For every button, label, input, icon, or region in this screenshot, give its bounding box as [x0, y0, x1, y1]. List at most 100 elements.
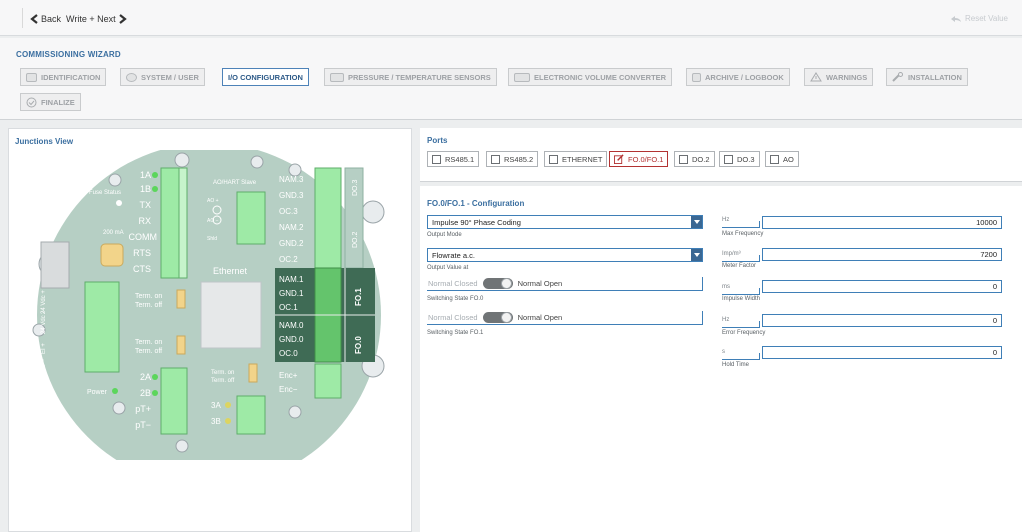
voltage-label: EI − [41, 359, 47, 370]
checkbox[interactable] [491, 154, 500, 164]
terminal-block [314, 167, 342, 269]
ethernet-port[interactable] [200, 281, 262, 349]
junctions-view-panel: Junctions View Fuse Status 200 mA 1A 1B … [8, 128, 412, 532]
switching-state-fo0-label: Switching State FO.0 [427, 296, 484, 302]
pin-label: GND.3 [279, 191, 304, 200]
screw-icon [288, 405, 302, 419]
step-io-configuration[interactable]: I/O CONFIGURATION [222, 68, 309, 86]
chevron-left-icon [30, 14, 38, 24]
chevron-right-icon [118, 14, 127, 24]
port-do3[interactable]: DO.3 [719, 151, 760, 167]
screw-icon [174, 152, 190, 168]
max-frequency-input[interactable]: 10000 [762, 216, 1002, 229]
term-switch[interactable] [176, 289, 186, 309]
impulse-width-input[interactable]: 0 [762, 280, 1002, 293]
commissioning-wizard: COMMISSIONING WIZARD IDENTIFICATION SYST… [0, 38, 1022, 120]
checkbox[interactable] [770, 154, 779, 164]
wrench-icon [892, 72, 903, 82]
term-on-label: Term. on [135, 293, 162, 300]
checkbox[interactable] [724, 154, 733, 164]
step-installation[interactable]: INSTALLATION [886, 68, 968, 86]
ao-terminal-block [236, 191, 266, 245]
step-warnings[interactable]: WARNINGS [804, 68, 874, 86]
led-indicator [152, 172, 158, 178]
archive-icon [692, 72, 701, 82]
terminal-block-edge [178, 167, 188, 279]
step-electronic-volume-converter[interactable]: ELECTRONIC VOLUME CONVERTER [508, 68, 673, 86]
port-rs485-2[interactable]: RS485.2 [486, 151, 539, 167]
step-pressure-temperature[interactable]: PRESSURE / TEMPERATURE SENSORS [324, 68, 497, 86]
term-switch[interactable] [176, 335, 186, 355]
undo-icon [951, 15, 961, 22]
screw-icon [112, 401, 126, 415]
pin-label: 3B [211, 417, 221, 426]
step-archive-logbook[interactable]: ARCHIVE / LOGBOOK [686, 68, 790, 86]
step-label: FINALIZE [41, 97, 75, 107]
pin-label: OC.3 [279, 207, 298, 216]
pin-label: RTS [133, 248, 151, 258]
unit-underline [722, 288, 760, 295]
pin-label: RX [138, 216, 151, 226]
checkbox[interactable] [549, 154, 558, 164]
user-icon [126, 72, 137, 82]
switching-state-fo1-row: Normal Closed Normal Open [427, 311, 703, 325]
hold-time-input[interactable]: 0 [762, 346, 1002, 359]
step-system-user[interactable]: SYSTEM / USER [120, 68, 205, 86]
pin-label: NAM.2 [279, 223, 304, 232]
chevron-down-icon[interactable] [691, 216, 702, 228]
port-label: RS485.2 [504, 154, 534, 164]
write-next-label: Write + Next [66, 14, 116, 24]
fo0-pin-label: GND.0 [279, 335, 304, 344]
back-label: Back [41, 14, 62, 24]
reset-value-label: Reset Value [965, 14, 1008, 23]
error-frequency-label: Error Frequency [722, 330, 766, 336]
step-identification[interactable]: IDENTIFICATION [20, 68, 107, 86]
back-button[interactable]: Back [30, 14, 61, 24]
fo1-pin-label: OC.1 [279, 303, 298, 312]
pin-label: TX [139, 200, 151, 210]
output-value-select[interactable]: Flowrate a.c. [427, 248, 703, 262]
reset-value-button[interactable]: Reset Value [950, 14, 1008, 23]
checkbox[interactable] [679, 154, 688, 164]
port-do2[interactable]: DO.2 [674, 151, 715, 167]
pt-sensor-icon [330, 72, 344, 82]
term-on-label: Term. on [211, 370, 234, 376]
checkbox[interactable] [432, 154, 441, 164]
config-title: FO.0/FO.1 - Configuration [427, 199, 525, 208]
output-mode-select[interactable]: Impulse 90° Phase Coding [427, 215, 703, 229]
fo0-pin-label: NAM.0 [279, 321, 304, 330]
impulse-width-label: Impulse Width [722, 296, 761, 302]
write-next-button[interactable]: Write + Next [66, 14, 127, 24]
port-ethernet[interactable]: ETHERNET [544, 151, 608, 167]
switching-state-fo1-label: Switching State FO.1 [427, 330, 484, 336]
pin-label: NAM.3 [279, 175, 304, 184]
evc-icon [514, 72, 530, 82]
step-finalize[interactable]: FINALIZE [20, 93, 81, 111]
switching-state-fo1-toggle[interactable] [482, 312, 513, 323]
id-card-icon [26, 72, 37, 82]
port-fo0-fo1[interactable]: FO.0/FO.1 [609, 151, 669, 167]
term-switch[interactable] [248, 363, 258, 383]
meter-factor-input[interactable]: 7200 [762, 248, 1002, 261]
led-indicator [152, 390, 158, 396]
pin-label: 2A [140, 372, 151, 382]
port-label: DO.2 [692, 154, 710, 164]
warning-icon [810, 72, 822, 82]
screw-icon [108, 173, 122, 187]
screw-icon [250, 155, 264, 169]
unit-underline [722, 221, 760, 228]
error-frequency-input[interactable]: 0 [762, 314, 1002, 327]
enc-label: Enc− [279, 385, 298, 394]
port-ao[interactable]: AO [765, 151, 799, 167]
fuse-status-label: Fuse Status [89, 190, 121, 196]
chevron-down-icon[interactable] [691, 249, 702, 261]
port-rs485-1[interactable]: RS485.1 [427, 151, 480, 167]
fuse-value-label: 200 mA [103, 230, 124, 236]
step-label: SYSTEM / USER [141, 72, 199, 82]
port-label: FO.0/FO.1 [628, 154, 664, 164]
edit-icon [614, 154, 624, 164]
step-label: PRESSURE / TEMPERATURE SENSORS [348, 72, 491, 82]
pin-label: 1A [140, 170, 151, 180]
pin-label: COMM [129, 232, 158, 242]
switching-state-fo0-toggle[interactable] [482, 278, 513, 289]
